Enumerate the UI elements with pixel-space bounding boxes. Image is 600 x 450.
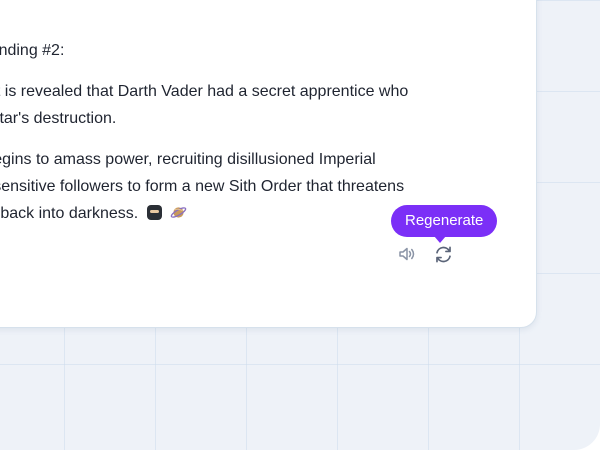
ringed-planet-emoji-icon [170,207,187,218]
message-line: ce-sensitive followers to form a new Sit… [0,178,405,195]
regenerate-tooltip: Regenerate [391,205,498,243]
read-aloud-button[interactable] [396,243,418,265]
chat-message-card: k. Ending #2: st, it is revealed that Da… [0,0,537,328]
refresh-icon [435,246,451,262]
speaker-icon [399,247,415,261]
message-line: st, it is revealed that Darth Vader had … [0,83,409,100]
stage: k. Ending #2: st, it is revealed that Da… [0,0,600,450]
message-line: d begins to amass power, recruiting disi… [0,151,376,168]
message-line: axy back into darkness. [0,205,139,222]
regenerate-button[interactable] [432,243,454,265]
message-line: k. Ending #2: [0,42,65,59]
ninja-emoji-icon [146,205,162,220]
message-last-line: axy back into darkness. [0,204,187,224]
message-line: th Star's destruction. [0,110,117,127]
